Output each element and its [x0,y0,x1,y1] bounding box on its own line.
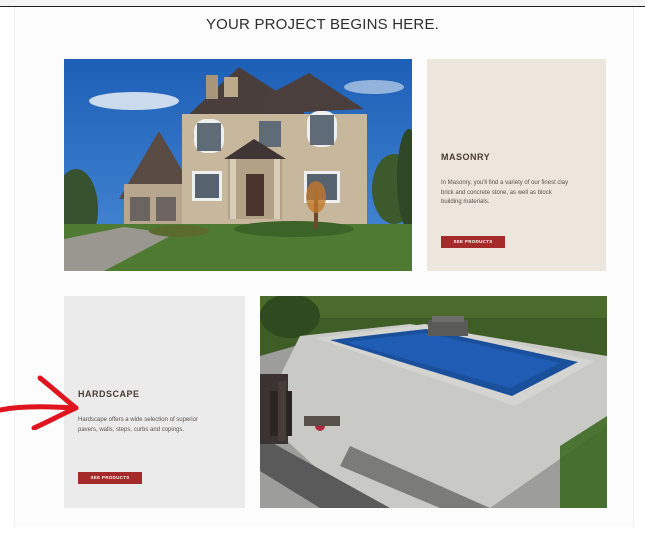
hardscape-description: Hardscape offers a wide selection of sup… [78,417,198,433]
hardscape-card: HARDSCAPE Hardscape offers a wide select… [64,296,245,508]
masonry-see-products-button[interactable]: SEE PRODUCTS [441,236,505,248]
masonry-description: In Masonry, you'll find a variety of our… [441,180,569,205]
hardscape-title: HARDSCAPE [78,389,140,399]
masonry-card: MASONRY In Masonry, you'll find a variet… [427,59,606,271]
red-arrow-icon [0,375,79,430]
top-border [0,0,645,7]
masonry-title: MASONRY [441,152,491,162]
hardscape-see-products-button[interactable]: SEE PRODUCTS [78,472,142,484]
pool-image[interactable] [260,296,607,508]
section-heading: YOUR PROJECT BEGINS HERE. [205,16,440,33]
house-image[interactable] [64,59,412,271]
